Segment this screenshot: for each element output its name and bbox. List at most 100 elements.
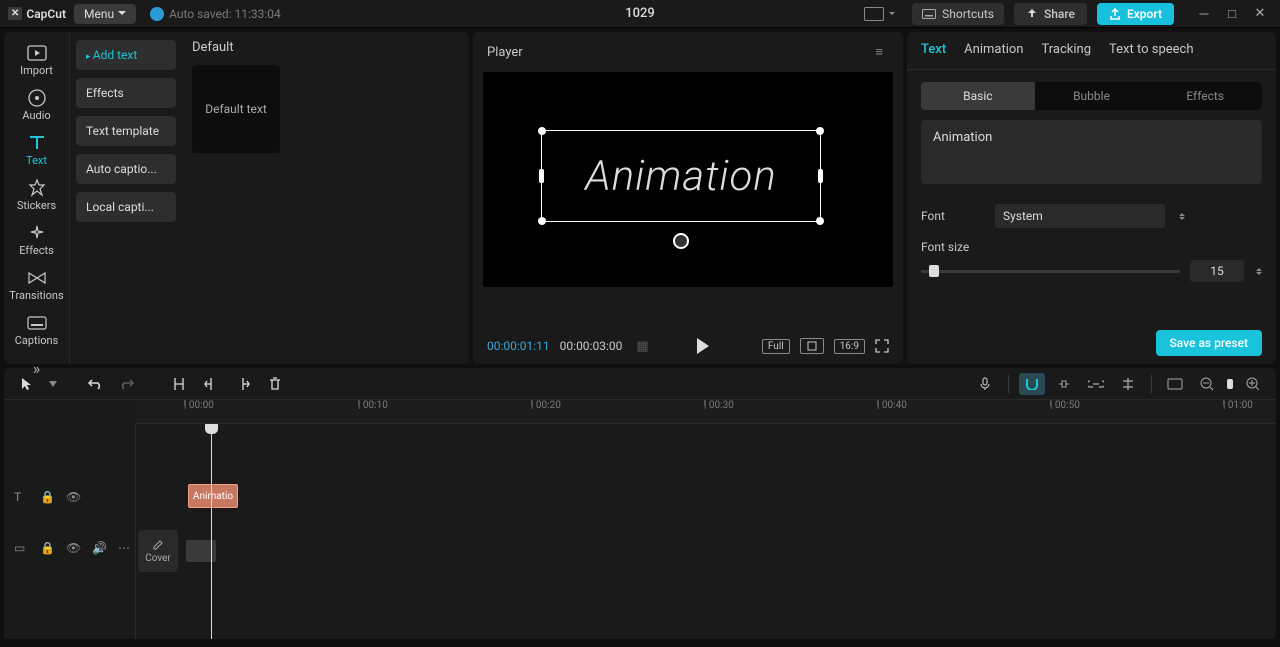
sidebar-text-template[interactable]: Text template bbox=[76, 116, 176, 146]
timeline-ruler[interactable]: | 00:00 | 00:10 | 00:20 | 00:30 | 00:40 … bbox=[136, 400, 1276, 424]
resize-handle-tr[interactable] bbox=[816, 127, 824, 135]
maximize-button[interactable]: □ bbox=[1220, 4, 1244, 24]
sidebar-effects[interactable]: Effects bbox=[76, 78, 176, 108]
cover-label: Cover bbox=[145, 553, 171, 564]
pencil-icon bbox=[152, 539, 164, 551]
full-button[interactable]: Full bbox=[762, 339, 790, 354]
tick: | 00:30 bbox=[704, 400, 734, 411]
split-button[interactable] bbox=[166, 373, 192, 395]
tab-captions-label: Captions bbox=[15, 334, 59, 347]
font-select[interactable]: System bbox=[995, 204, 1165, 228]
tab-stickers[interactable]: Stickers bbox=[4, 173, 69, 218]
subtab-bubble[interactable]: Bubble bbox=[1035, 82, 1149, 110]
delete-button[interactable] bbox=[262, 373, 288, 395]
zoom-out-button[interactable] bbox=[1194, 373, 1220, 395]
undo-button[interactable] bbox=[82, 373, 108, 395]
menu-button[interactable]: Menu bbox=[74, 4, 136, 24]
pointer-tool[interactable] bbox=[14, 373, 40, 395]
canvas-text-box[interactable]: Animation bbox=[541, 130, 821, 222]
inspector-tab-animation[interactable]: Animation bbox=[964, 42, 1023, 59]
mic-button[interactable] bbox=[972, 373, 998, 395]
player-title: Player bbox=[487, 45, 523, 60]
fullscreen-button[interactable] bbox=[875, 339, 889, 353]
eye-icon[interactable]: 👁 bbox=[66, 490, 82, 504]
text-icon bbox=[26, 134, 48, 152]
subtab-basic[interactable]: Basic bbox=[921, 82, 1035, 110]
shortcuts-label: Shortcuts bbox=[942, 7, 994, 21]
text-track-icon: T bbox=[14, 490, 30, 504]
captions-icon bbox=[26, 314, 48, 332]
tick: | 00:40 bbox=[877, 400, 907, 411]
link-preview-button[interactable] bbox=[1051, 373, 1077, 395]
text-track-lane[interactable]: Animatio bbox=[136, 476, 1276, 518]
zoom-in-button[interactable] bbox=[1240, 373, 1266, 395]
time-duration: 00:00:03:00 bbox=[560, 339, 623, 353]
pointer-dropdown[interactable] bbox=[46, 373, 60, 395]
font-stepper[interactable] bbox=[1179, 210, 1185, 223]
tab-transitions[interactable]: Transitions bbox=[4, 263, 69, 308]
resize-handle-bl[interactable] bbox=[538, 217, 546, 225]
audio-icon bbox=[26, 89, 48, 107]
eye-icon[interactable]: 👁 bbox=[66, 541, 82, 555]
default-text-card[interactable]: Default text bbox=[192, 65, 280, 153]
inspector-tab-text[interactable]: Text bbox=[921, 42, 946, 59]
shortcuts-button[interactable]: Shortcuts bbox=[912, 3, 1004, 25]
close-button[interactable]: ✕ bbox=[1248, 4, 1272, 24]
tab-captions[interactable]: Captions bbox=[4, 308, 69, 353]
zoom-slider[interactable] bbox=[1226, 373, 1234, 395]
tab-audio[interactable]: Audio bbox=[4, 83, 69, 128]
tab-import-label: Import bbox=[20, 64, 53, 77]
resize-handle-ml[interactable] bbox=[539, 169, 544, 183]
redo-button[interactable] bbox=[114, 373, 140, 395]
link-button[interactable] bbox=[1083, 373, 1109, 395]
rotate-handle[interactable] bbox=[673, 233, 689, 249]
playhead[interactable] bbox=[211, 424, 212, 639]
tab-audio-label: Audio bbox=[22, 109, 50, 122]
media-track-lane[interactable]: Cover bbox=[136, 522, 1276, 582]
export-button[interactable]: Export bbox=[1097, 3, 1174, 25]
split-right-button[interactable] bbox=[230, 373, 256, 395]
layout-icon[interactable] bbox=[864, 7, 884, 21]
share-button[interactable]: Share bbox=[1014, 3, 1087, 25]
lock-icon[interactable]: 🔒 bbox=[40, 490, 56, 504]
sidebar-local-captions[interactable]: Local capti... bbox=[76, 192, 176, 222]
split-left-button[interactable] bbox=[198, 373, 224, 395]
resize-handle-mr[interactable] bbox=[818, 169, 823, 183]
play-button[interactable] bbox=[693, 338, 717, 354]
subtab-effects[interactable]: Effects bbox=[1148, 82, 1262, 110]
resize-handle-br[interactable] bbox=[816, 217, 824, 225]
export-label: Export bbox=[1127, 7, 1162, 21]
size-stepper[interactable] bbox=[1256, 265, 1262, 278]
size-value[interactable]: 15 bbox=[1190, 260, 1244, 282]
tick: | 00:10 bbox=[358, 400, 388, 411]
size-slider[interactable] bbox=[921, 270, 1180, 273]
lock-icon[interactable]: 🔒 bbox=[40, 541, 56, 555]
tab-effects[interactable]: Effects bbox=[4, 218, 69, 263]
time-current: 00:00:01:11 bbox=[487, 339, 550, 353]
view-cols-icon[interactable]: ▦ bbox=[636, 339, 648, 354]
magnet-button[interactable] bbox=[1019, 373, 1045, 395]
cover-button[interactable]: Cover bbox=[138, 530, 178, 572]
ratio-button[interactable]: 16:9 bbox=[834, 339, 865, 354]
inspector-tab-tracking[interactable]: Tracking bbox=[1041, 42, 1091, 59]
inspector-tab-tts[interactable]: Text to speech bbox=[1109, 42, 1193, 59]
preview-toggle[interactable] bbox=[1162, 373, 1188, 395]
more-icon[interactable]: ⋯ bbox=[118, 541, 134, 555]
font-value: System bbox=[1003, 209, 1043, 223]
player-canvas[interactable]: Animation bbox=[483, 72, 893, 287]
align-button[interactable] bbox=[1115, 373, 1141, 395]
tab-text[interactable]: Text bbox=[4, 128, 69, 173]
app-logo: CapCut bbox=[8, 7, 66, 21]
speaker-icon[interactable]: 🔊 bbox=[92, 541, 108, 555]
resize-handle-tl[interactable] bbox=[538, 127, 546, 135]
size-slider-thumb[interactable] bbox=[929, 265, 939, 277]
crop-button[interactable] bbox=[800, 338, 824, 354]
text-clip[interactable]: Animatio bbox=[188, 484, 238, 508]
text-content-input[interactable]: Animation bbox=[921, 120, 1262, 184]
sidebar-auto-captions[interactable]: Auto captio... bbox=[76, 154, 176, 184]
save-preset-button[interactable]: Save as preset bbox=[1156, 330, 1262, 356]
player-menu-icon[interactable]: ≡ bbox=[869, 42, 889, 62]
tab-import[interactable]: Import bbox=[4, 38, 69, 83]
minimize-button[interactable]: ─ bbox=[1192, 4, 1216, 24]
sidebar-add-text[interactable]: Add text bbox=[76, 40, 176, 70]
